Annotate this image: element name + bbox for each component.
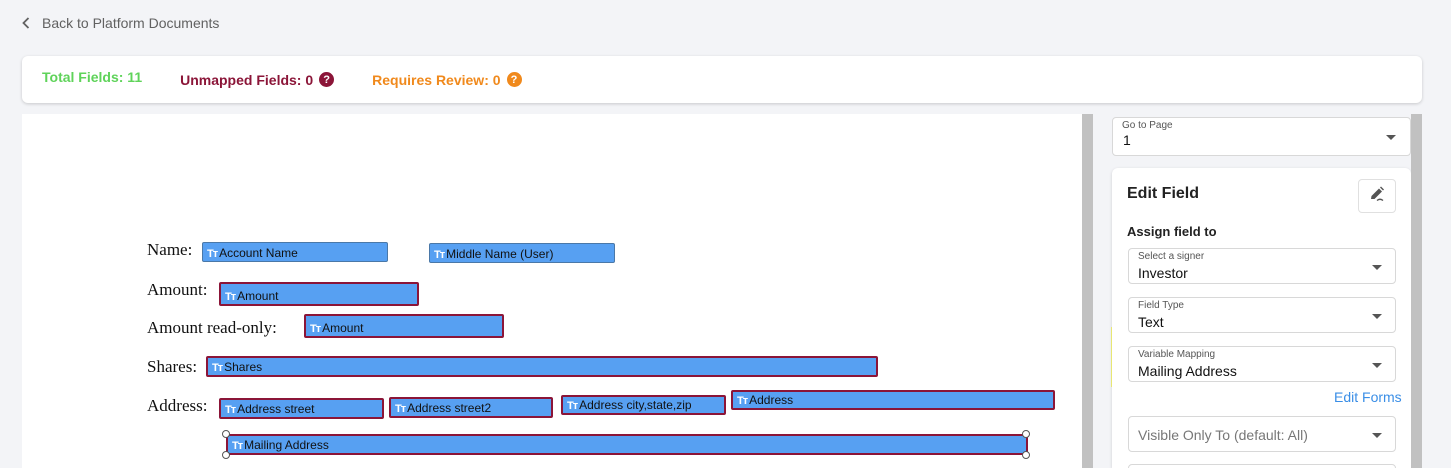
unmapped-fields-label: Unmapped Fields: 0 xyxy=(180,71,314,88)
assign-field-label: Assign field to xyxy=(1127,224,1217,239)
resize-handle-bottom-left[interactable] xyxy=(222,451,230,459)
text-field-icon: Tт xyxy=(207,248,218,260)
caret-down-icon xyxy=(1372,363,1382,368)
text-field-icon: Tт xyxy=(434,249,445,261)
go-to-page-value: 1 xyxy=(1123,132,1131,148)
field-label: Middle Name (User) xyxy=(446,247,554,261)
signer-select-label: Select a signer xyxy=(1138,251,1205,262)
variable-mapping-select[interactable]: Variable Mapping Mailing Address xyxy=(1128,346,1396,382)
total-fields-stat: Total Fields: 11 xyxy=(42,69,142,85)
field-label: Amount xyxy=(322,321,364,335)
caret-down-icon xyxy=(1386,135,1396,140)
visible-only-to-select[interactable]: Visible Only To (default: All) xyxy=(1128,416,1396,452)
text-field-icon: Tт xyxy=(567,400,578,412)
text-field-icon: Tт xyxy=(225,404,236,416)
text-field-icon: Tт xyxy=(310,323,321,335)
caret-down-icon xyxy=(1372,265,1382,270)
document-scrollbar[interactable] xyxy=(1082,114,1093,468)
requires-review-label: Requires Review: 0 xyxy=(372,71,501,88)
edit-forms-link[interactable]: Edit Forms xyxy=(1334,389,1402,405)
field-address-street2[interactable]: Tт Address street2 xyxy=(389,397,553,418)
resize-handle-top-right[interactable] xyxy=(1022,430,1030,438)
variable-mapping-value: Mailing Address xyxy=(1138,363,1237,379)
document-page[interactable]: Name: Amount: Amount read-only: Shares: … xyxy=(22,114,1082,468)
resize-handle-top-left[interactable] xyxy=(222,430,230,438)
edit-field-panel: Edit Field Assign field to Select a sign… xyxy=(1112,168,1411,468)
shares-label: Shares: xyxy=(147,357,198,376)
field-account-name[interactable]: Tт Account Name xyxy=(202,242,388,262)
text-field-icon: Tт xyxy=(395,403,406,415)
help-icon[interactable]: ? xyxy=(506,72,522,87)
field-amount[interactable]: Tт Amount xyxy=(219,282,419,306)
unmapped-fields-stat: Unmapped Fields: 0 ? xyxy=(180,71,335,88)
next-select[interactable] xyxy=(1128,464,1396,468)
field-address-city[interactable]: Tт Address city,state,zip xyxy=(561,395,726,415)
text-field-icon: Tт xyxy=(737,395,748,407)
address-label: Address: xyxy=(147,396,208,415)
field-stats-bar: Total Fields: 11 Unmapped Fields: 0 ? Re… xyxy=(22,56,1422,103)
field-label: Amount xyxy=(237,289,279,303)
name-label: Name: xyxy=(147,240,193,259)
field-label: Account Name xyxy=(219,246,298,260)
amount-readonly-label: Amount read-only: xyxy=(147,318,277,337)
total-fields-label: Total Fields: 11 xyxy=(42,69,143,85)
field-label: Mailing Address xyxy=(244,438,329,452)
text-field-icon: Tт xyxy=(232,440,243,452)
text-field-icon: Tт xyxy=(212,362,223,374)
field-label: Address xyxy=(749,393,794,407)
back-link-label: Back to Platform Documents xyxy=(42,15,220,31)
edit-field-title: Edit Field xyxy=(1127,185,1199,202)
field-shares[interactable]: Tт Shares xyxy=(206,356,878,377)
chevron-left-icon xyxy=(22,17,30,29)
variable-mapping-label: Variable Mapping xyxy=(1138,349,1216,360)
caret-down-icon xyxy=(1372,314,1382,319)
help-icon[interactable]: ? xyxy=(319,72,335,87)
field-label: Address street xyxy=(237,402,315,416)
field-type-label: Field Type xyxy=(1138,300,1184,311)
field-label: Address city,state,zip xyxy=(579,398,692,412)
field-label: Shares xyxy=(224,360,263,374)
field-type-value: Text xyxy=(1138,314,1164,330)
signer-select[interactable]: Select a signer Investor xyxy=(1128,248,1396,284)
field-address-street[interactable]: Tт Address street xyxy=(219,398,384,419)
resize-handle-bottom-right[interactable] xyxy=(1022,451,1030,459)
field-type-select[interactable]: Field Type Text xyxy=(1128,297,1396,333)
signer-select-value: Investor xyxy=(1138,265,1188,281)
field-middle-name[interactable]: Tт Middle Name (User) xyxy=(429,243,615,263)
field-label: Address street2 xyxy=(407,401,492,415)
edit-pencil-button[interactable] xyxy=(1358,179,1396,213)
sidebar-scrollbar[interactable] xyxy=(1411,114,1422,468)
go-to-page-label: Go to Page xyxy=(1122,120,1173,131)
text-field-icon: Tт xyxy=(225,291,236,303)
amount-label: Amount: xyxy=(147,280,208,299)
field-amount-readonly[interactable]: Tт Amount xyxy=(304,314,504,338)
pencil-icon xyxy=(1368,185,1386,208)
visible-only-to-placeholder: Visible Only To (default: All) xyxy=(1138,427,1308,443)
go-to-page-select[interactable]: Go to Page 1 xyxy=(1112,117,1411,156)
field-address[interactable]: Tт Address xyxy=(731,390,1055,410)
back-to-documents-link[interactable]: Back to Platform Documents xyxy=(22,15,219,31)
field-mailing-address-selected[interactable]: Tт Mailing Address xyxy=(226,434,1028,455)
requires-review-stat: Requires Review: 0 ? xyxy=(372,71,522,88)
caret-down-icon xyxy=(1372,433,1382,438)
